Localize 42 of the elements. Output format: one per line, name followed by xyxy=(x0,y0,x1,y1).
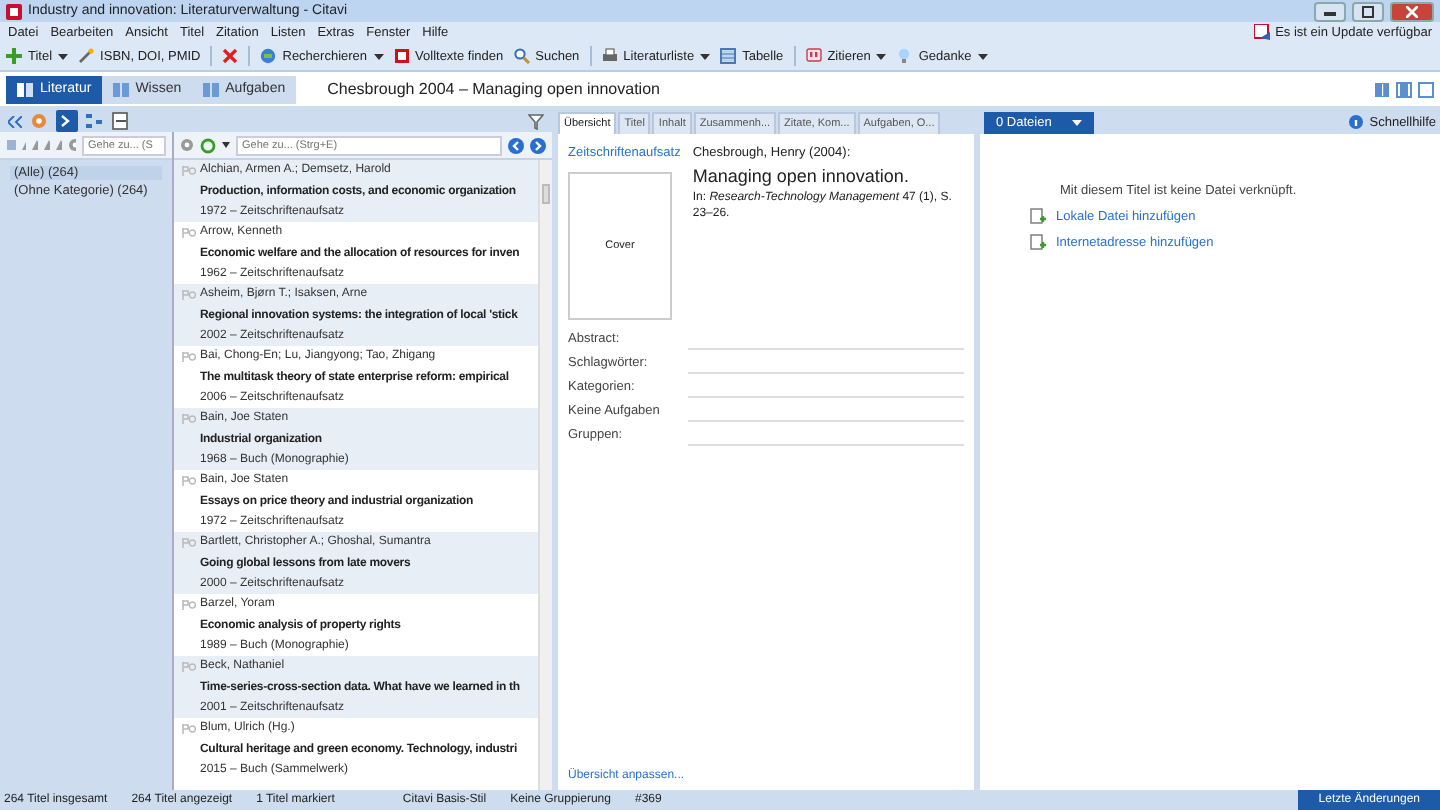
add-category-icon[interactable] xyxy=(6,137,16,153)
bulb-icon xyxy=(896,48,913,64)
reference-heading: Chesbrough 2004 – Managing open innovation xyxy=(327,80,660,98)
nav-tab-icon xyxy=(16,81,34,97)
refresh-icon[interactable] xyxy=(200,137,216,153)
plus-icon xyxy=(6,48,22,64)
minimize-button[interactable] xyxy=(1314,1,1346,21)
caret-icon xyxy=(876,53,887,59)
maximize-button[interactable] xyxy=(1352,1,1384,21)
tree-view-icon[interactable] xyxy=(86,112,104,130)
collapse-icon[interactable] xyxy=(8,115,22,127)
document-icon xyxy=(393,48,410,64)
printer-icon xyxy=(601,48,618,64)
help-icon[interactable] xyxy=(1347,114,1364,130)
close-icon xyxy=(1406,5,1418,17)
nav-tab-icon xyxy=(111,81,130,97)
globe-icon xyxy=(260,48,277,64)
search-icon xyxy=(513,48,530,64)
nav-tab-icon xyxy=(201,81,220,97)
close-button[interactable] xyxy=(1390,1,1434,21)
minimize-icon xyxy=(1324,7,1336,15)
previous-icon[interactable] xyxy=(508,137,524,153)
toolbar-button[interactable] xyxy=(222,48,239,64)
update-icon xyxy=(1253,24,1270,40)
caret-icon xyxy=(1071,119,1082,125)
layout-icon[interactable] xyxy=(1374,81,1390,97)
table-icon xyxy=(720,48,737,64)
next-icon[interactable] xyxy=(530,137,546,153)
add-file-icon xyxy=(1030,208,1046,224)
wand-icon xyxy=(78,48,95,64)
caret-icon xyxy=(373,53,384,59)
maximize-icon xyxy=(1362,5,1374,17)
scroll-bar[interactable] xyxy=(538,160,552,790)
reference-title-large: Managing open innovation. xyxy=(692,166,911,186)
caret-icon[interactable] xyxy=(222,142,230,148)
list-view-icon[interactable] xyxy=(56,110,78,132)
caret-icon xyxy=(977,53,988,59)
app-icon xyxy=(6,3,22,19)
caret-icon xyxy=(700,53,711,59)
add-file-icon xyxy=(1030,234,1046,250)
delete-icon xyxy=(222,48,239,64)
caret-icon xyxy=(58,53,69,59)
